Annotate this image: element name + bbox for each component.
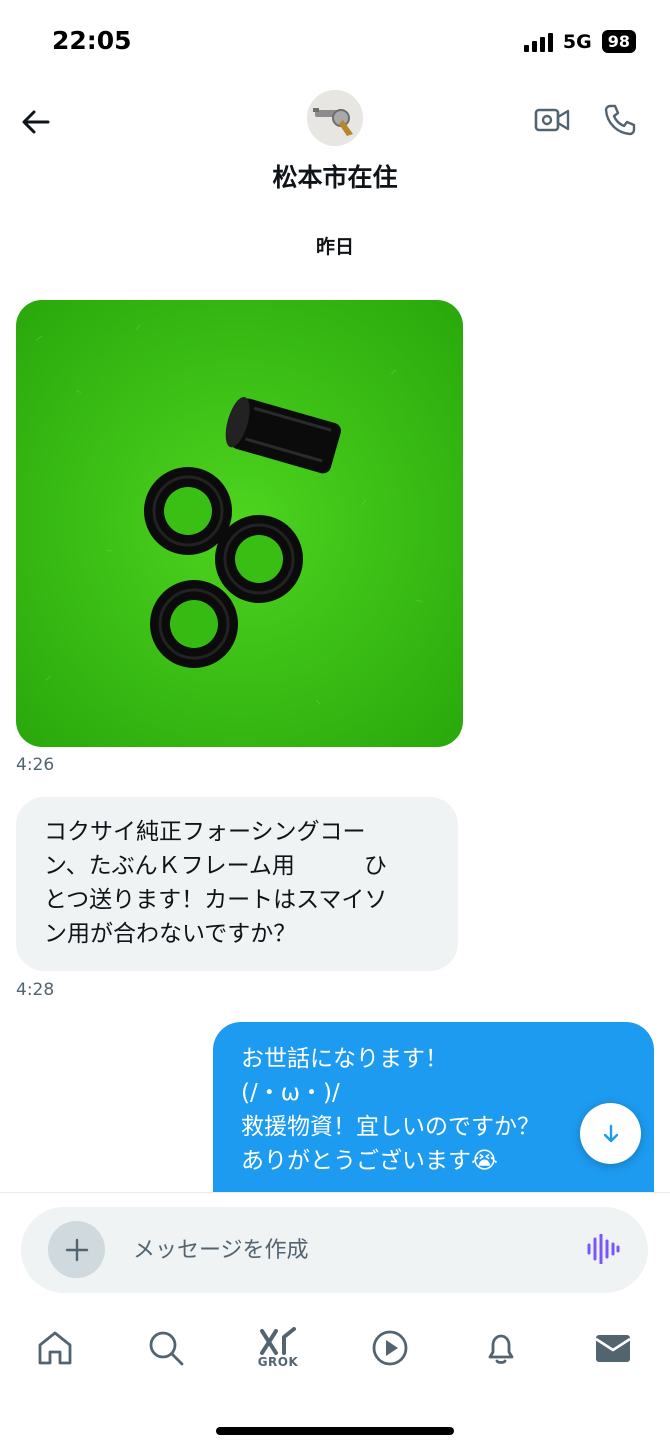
- message-line: ン、たぶんＫフレーム用 ひ: [44, 853, 387, 879]
- date-separator: 昨日: [315, 236, 354, 258]
- message-line: ン用が合わないですか？: [44, 921, 297, 947]
- battery-level: 98: [601, 30, 636, 53]
- arrow-down-icon: [603, 1124, 618, 1142]
- play-circle-icon: [372, 1330, 408, 1366]
- grok-label: GROK: [257, 1355, 299, 1369]
- status-bar: 22:05 5G 98: [0, 0, 670, 88]
- network-type: 5G: [562, 30, 592, 53]
- envelope-icon: [595, 1335, 631, 1362]
- tab-grok[interactable]: GROK: [243, 1313, 313, 1383]
- status-time: 22:05: [52, 26, 132, 55]
- message-photo[interactable]: [16, 300, 463, 747]
- home-indicator[interactable]: [216, 1427, 454, 1435]
- message-line: とつ送ります！カートはスマイソ: [44, 887, 388, 913]
- message-input[interactable]: [133, 1207, 563, 1293]
- message-line: コクサイ純正フォーシングコー: [44, 819, 366, 845]
- revolver-avatar-icon: [307, 90, 363, 146]
- grok-icon: [260, 1327, 296, 1355]
- message-line: ありがとうございます😭: [241, 1148, 498, 1174]
- tab-search[interactable]: [131, 1313, 201, 1383]
- back-button[interactable]: [14, 100, 58, 144]
- message-line: お世話になります！: [241, 1046, 448, 1072]
- message-composer: [21, 1207, 648, 1293]
- bottom-area: GROK: [0, 1192, 670, 1448]
- voice-message-button[interactable]: [581, 1227, 625, 1271]
- add-media-button[interactable]: [48, 1221, 105, 1278]
- message-line: (/・ω・)/: [241, 1080, 340, 1106]
- message-line: 救援物資！宜しいのですか？: [241, 1114, 540, 1140]
- arrow-left-icon: [22, 110, 50, 134]
- bell-icon: [488, 1334, 514, 1364]
- video-camera-icon: [534, 108, 570, 132]
- incoming-message-bubble[interactable]: コクサイ純正フォーシングコー ン、たぶんＫフレーム用 ひ とつ送ります！カートは…: [16, 797, 458, 971]
- contact-name: 松本市在住: [272, 163, 398, 192]
- search-icon: [149, 1331, 184, 1366]
- avatar[interactable]: [307, 90, 363, 146]
- voice-waveform-icon: [587, 1234, 620, 1264]
- video-call-button[interactable]: [530, 98, 574, 142]
- tab-home[interactable]: [20, 1313, 90, 1383]
- signal-icon: [523, 32, 553, 52]
- status-indicators: 5G 98: [523, 30, 636, 53]
- plus-icon: [65, 1238, 88, 1261]
- tab-bar: GROK: [0, 1313, 670, 1383]
- phone-icon: [604, 104, 636, 136]
- tab-messages[interactable]: [578, 1313, 648, 1383]
- photo-image: [16, 300, 463, 747]
- tab-video[interactable]: [355, 1313, 425, 1383]
- message-time: 4:28: [16, 980, 55, 1000]
- message-time: 4:26: [16, 755, 55, 775]
- home-icon: [38, 1331, 72, 1365]
- chat-header: 松本市在住: [0, 88, 670, 208]
- scroll-to-bottom-button[interactable]: [580, 1103, 641, 1164]
- tab-notifications[interactable]: [466, 1313, 536, 1383]
- voice-call-button[interactable]: [598, 98, 642, 142]
